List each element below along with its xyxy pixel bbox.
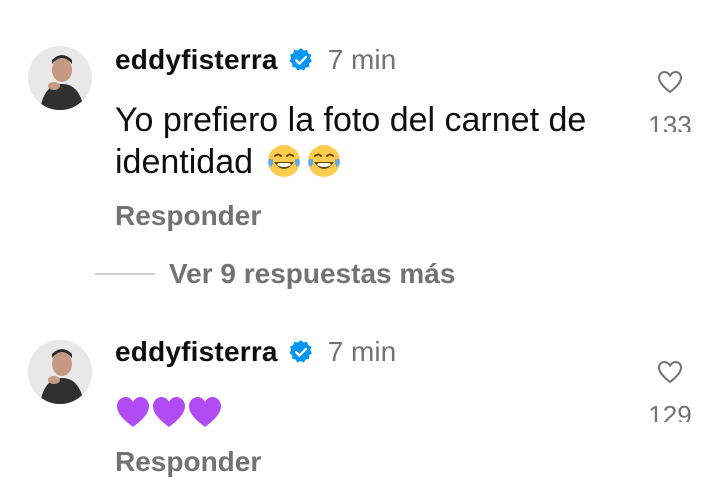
- verified-badge-icon: [289, 48, 312, 71]
- avatar[interactable]: [28, 340, 92, 404]
- verified-badge-icon: [289, 340, 312, 363]
- reply-button[interactable]: Responder: [115, 200, 261, 232]
- like-control: 133: [645, 70, 695, 132]
- face-with-tears-of-joy-emoji: [308, 145, 341, 177]
- comment-item: eddyfisterra 7 min Yo prefiero la foto d…: [0, 0, 720, 250]
- avatar[interactable]: [28, 46, 92, 110]
- heart-outline-icon[interactable]: [657, 70, 683, 94]
- like-count: 129: [648, 400, 692, 422]
- view-more-replies-button[interactable]: Ver 9 respuestas más: [95, 258, 455, 290]
- comment-text: Yo prefiero la foto del carnet de identi…: [115, 99, 615, 183]
- username[interactable]: eddyfisterra: [115, 336, 278, 368]
- purple-heart-emoji: [153, 397, 185, 427]
- comment-body: Yo prefiero la foto del carnet de identi…: [115, 101, 587, 181]
- comment-item: eddyfisterra 7 min Responder 129: [0, 300, 720, 497]
- divider: [95, 273, 155, 275]
- comment-text: [115, 392, 223, 434]
- like-control: 129: [645, 360, 695, 422]
- purple-heart-emoji: [189, 397, 221, 427]
- view-more-replies-label: Ver 9 respuestas más: [169, 258, 456, 289]
- reply-button[interactable]: Responder: [115, 446, 261, 478]
- timestamp: 7 min: [327, 336, 397, 367]
- purple-heart-emoji: [117, 397, 149, 427]
- timestamp: 7 min: [327, 44, 397, 75]
- face-with-tears-of-joy-emoji: [268, 145, 301, 177]
- like-count: 133: [648, 110, 692, 132]
- heart-outline-icon[interactable]: [657, 360, 683, 384]
- username[interactable]: eddyfisterra: [115, 44, 278, 76]
